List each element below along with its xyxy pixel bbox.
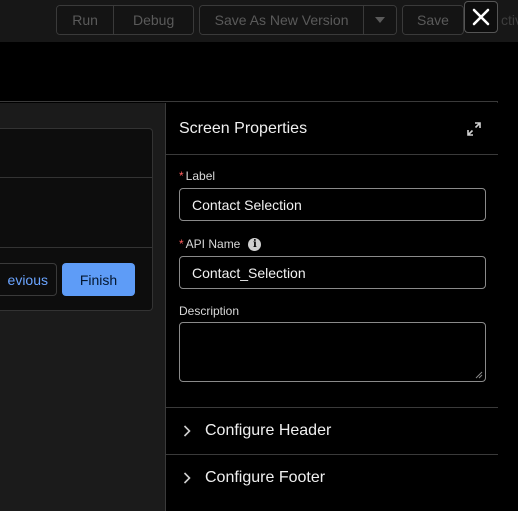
panel-title: Screen Properties xyxy=(179,120,308,137)
screen-preview-header xyxy=(0,129,152,178)
run-debug-group: Run Debug xyxy=(56,5,194,35)
api-name-field-label: * API Name i xyxy=(179,237,262,251)
label-field-text: Label xyxy=(185,169,216,183)
required-marker: * xyxy=(179,169,184,183)
configure-header-section[interactable]: Configure Header xyxy=(166,407,498,454)
screen-canvas: evious Finish xyxy=(0,103,165,511)
label-input[interactable]: Contact Selection xyxy=(179,188,486,221)
caret-down-icon xyxy=(375,17,386,23)
chevron-right-icon xyxy=(181,472,193,484)
save-group: Save xyxy=(402,5,464,35)
info-icon[interactable]: i xyxy=(248,237,262,251)
run-button[interactable]: Run xyxy=(57,6,115,34)
required-marker: * xyxy=(179,237,184,251)
save-button[interactable]: Save xyxy=(403,6,463,34)
screen-preview-body xyxy=(0,178,152,248)
builder-toolbar: Run Debug Save As New Version Save ctiv xyxy=(0,0,518,42)
screen-editor-modal: evious Finish Screen Properties * Label … xyxy=(0,42,498,511)
description-field-label: Description xyxy=(179,304,239,318)
previous-button[interactable]: evious xyxy=(0,263,57,296)
finish-button[interactable]: Finish xyxy=(62,263,135,296)
screen-properties-panel: Screen Properties * Label Contact Select… xyxy=(165,103,498,511)
configure-header-label: Configure Header xyxy=(205,422,332,439)
configure-footer-label: Configure Footer xyxy=(205,469,326,486)
description-field-text: Description xyxy=(179,304,240,318)
description-textarea[interactable] xyxy=(179,322,486,382)
label-field-label: * Label xyxy=(179,169,215,183)
chevron-right-icon xyxy=(181,425,193,437)
toolbar-trailing-text: ctiv xyxy=(501,12,518,28)
modal-header xyxy=(0,42,498,102)
debug-button[interactable]: Debug xyxy=(114,6,193,34)
panel-header: Screen Properties xyxy=(166,103,498,155)
save-as-group: Save As New Version xyxy=(199,5,397,35)
api-name-input[interactable]: Contact_Selection xyxy=(179,256,486,289)
configure-footer-section[interactable]: Configure Footer xyxy=(166,454,498,501)
expand-icon[interactable] xyxy=(466,121,482,137)
screen-preview[interactable]: evious Finish xyxy=(0,128,153,311)
close-icon xyxy=(472,8,490,26)
save-options-dropdown[interactable] xyxy=(364,6,396,34)
resize-grip-icon[interactable] xyxy=(475,371,483,379)
api-name-field-text: API Name xyxy=(185,237,241,251)
close-modal-button[interactable] xyxy=(464,1,498,33)
save-as-new-version-button[interactable]: Save As New Version xyxy=(200,6,365,34)
